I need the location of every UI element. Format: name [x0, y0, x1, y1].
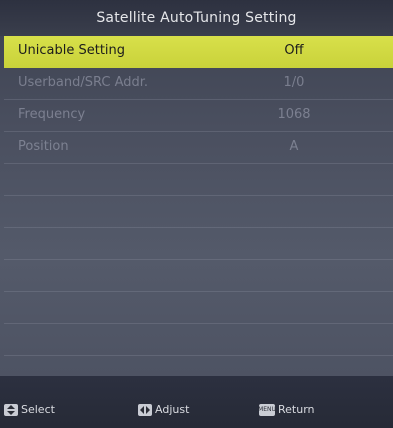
settings-menu: Unicable Setting Off Userband/SRC Addr. …	[4, 36, 393, 366]
menu-key-icon: MENU	[258, 403, 276, 416]
return-hint: MENU Return	[258, 403, 315, 416]
menu-item-label: Userband/SRC Addr.	[18, 75, 149, 90]
menu-item-frequency[interactable]: Frequency 1068	[4, 100, 393, 132]
empty-menu-row	[4, 196, 393, 228]
empty-menu-row	[4, 292, 393, 324]
menu-item-userband-src-addr[interactable]: Userband/SRC Addr. 1/0	[4, 68, 393, 100]
menu-item-value: 1/0	[283, 75, 305, 90]
up-down-arrow-key-icon	[4, 403, 18, 416]
title-bar: Satellite AutoTuning Setting	[0, 0, 393, 36]
menu-item-label: Unicable Setting	[18, 43, 126, 58]
select-hint: Select	[4, 403, 55, 416]
menu-item-value: 1068	[277, 107, 311, 122]
menu-item-position[interactable]: Position A	[4, 132, 393, 164]
empty-menu-row	[4, 324, 393, 356]
page-title: Satellite AutoTuning Setting	[96, 10, 297, 26]
tv-osd-screen: Satellite AutoTuning Setting Unicable Se…	[0, 0, 393, 428]
adjust-hint: Adjust	[138, 403, 189, 416]
empty-menu-row	[4, 228, 393, 260]
key-hint-footer: Select Adjust MENU Return	[0, 376, 393, 428]
menu-item-label: Position	[18, 139, 69, 154]
empty-menu-row	[4, 164, 393, 196]
return-hint-label: Return	[278, 403, 315, 416]
adjust-hint-label: Adjust	[155, 403, 190, 416]
empty-menu-row	[4, 260, 393, 292]
menu-item-label: Frequency	[18, 107, 86, 122]
select-hint-label: Select	[21, 403, 55, 416]
menu-item-value: Off	[284, 43, 304, 58]
menu-item-unicable-setting[interactable]: Unicable Setting Off	[4, 36, 393, 68]
menu-item-value: A	[289, 139, 299, 154]
left-right-arrow-key-icon	[138, 403, 152, 416]
